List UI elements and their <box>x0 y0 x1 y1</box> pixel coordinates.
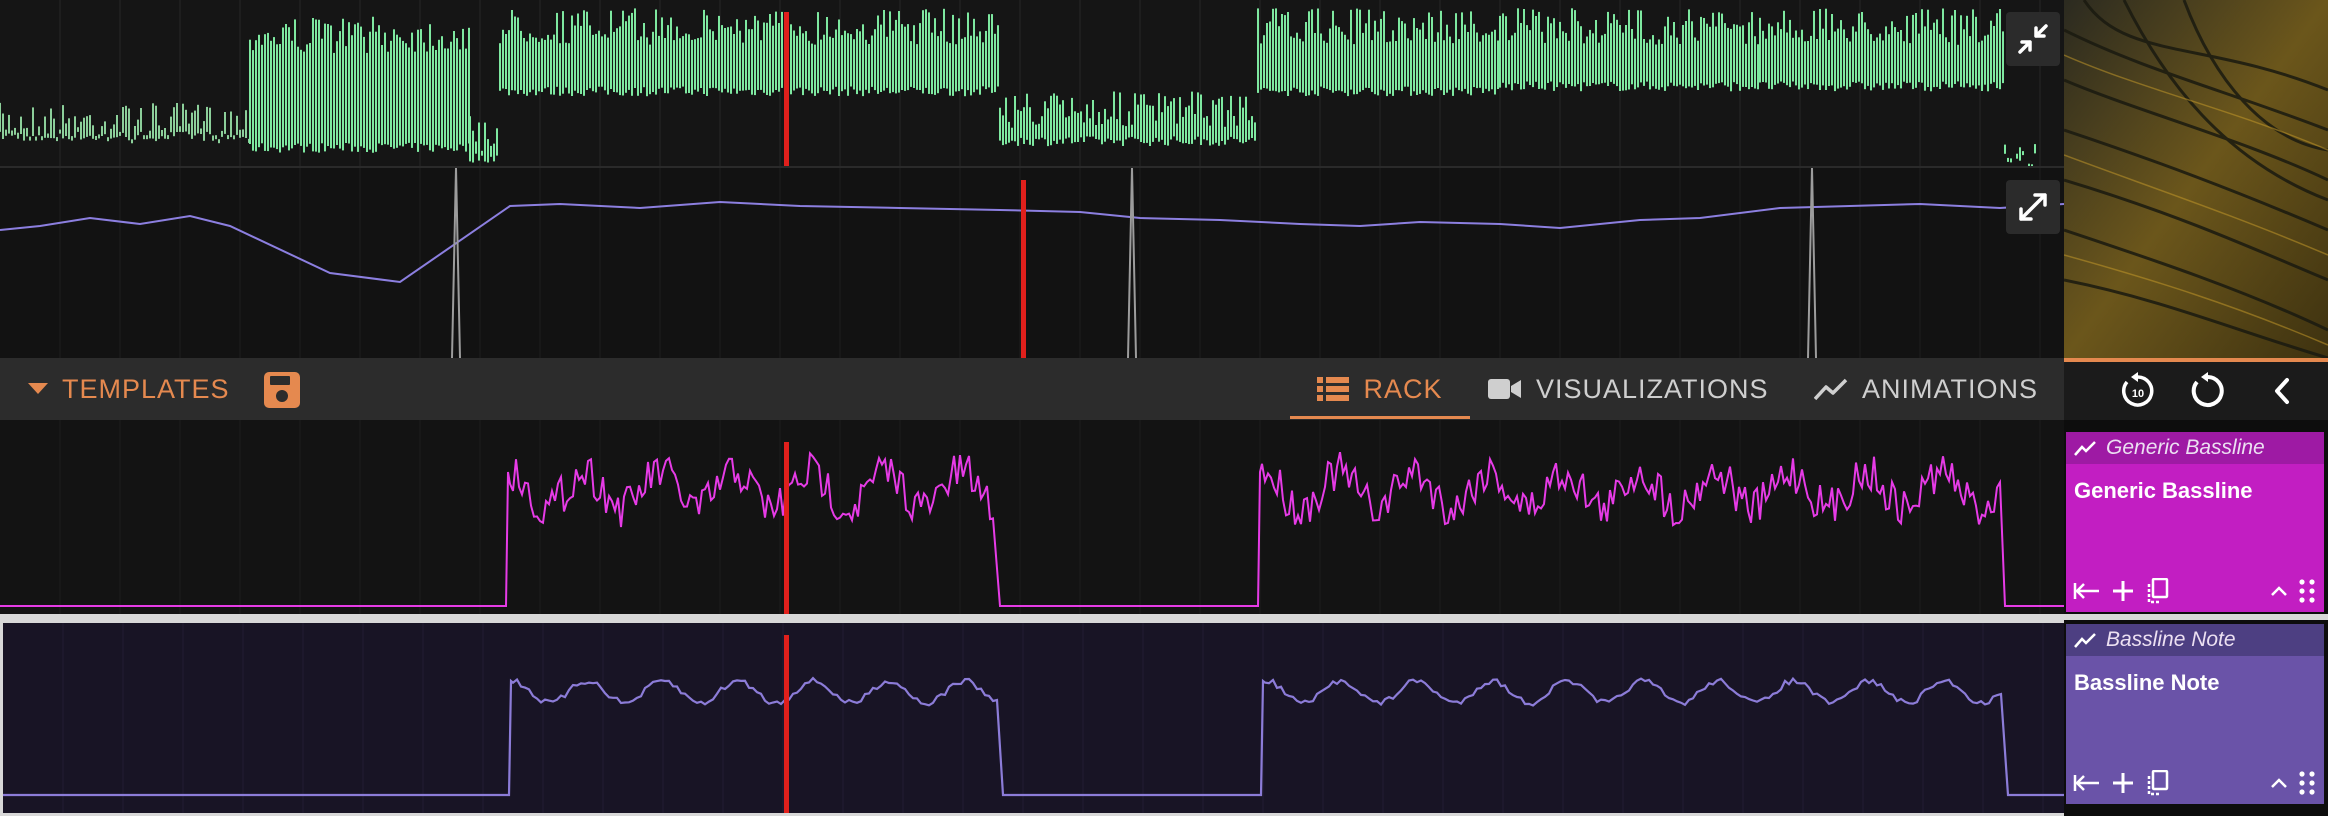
tab-animations[interactable]: ANIMATIONS <box>1814 358 2038 420</box>
track-title: Bassline Note <box>2074 670 2220 695</box>
line-chart-icon <box>2074 633 2096 648</box>
tab-animations-label: ANIMATIONS <box>1862 373 2039 404</box>
collapse-panel-button[interactable] <box>2254 362 2310 420</box>
expand-view-button[interactable] <box>2006 180 2060 234</box>
playhead-marker <box>1021 180 1026 358</box>
drag-handle[interactable] <box>2292 768 2322 798</box>
collapse-track-button[interactable] <box>2264 768 2294 798</box>
expand-icon <box>2019 193 2047 221</box>
track-header: Generic Bassline <box>2066 432 2324 464</box>
track-panel-bassline-note[interactable]: Bassline Note Bassline Note <box>2066 624 2324 804</box>
collapse-track-button[interactable] <box>2264 576 2294 606</box>
chevron-up-icon <box>2271 778 2287 788</box>
duplicate-button[interactable] <box>2142 576 2172 606</box>
track-header: Bassline Note <box>2066 624 2324 656</box>
track-lane-bassline-note[interactable] <box>0 620 2064 816</box>
track-curve-graph <box>0 420 2064 614</box>
list-icon <box>1317 377 1350 401</box>
waveform-overview[interactable] <box>0 0 2064 166</box>
plus-icon <box>2113 773 2133 793</box>
tab-rack[interactable]: RACK <box>1290 358 1470 420</box>
copy-icon <box>2147 578 2169 604</box>
thumbnail-image <box>2064 0 2328 358</box>
visualization-thumbnail[interactable] <box>2064 0 2328 358</box>
caret-down-icon <box>28 383 48 394</box>
drag-grip-icon <box>2299 771 2315 795</box>
track-panel-generic-bassline[interactable]: Generic Bassline Generic Bassline <box>2066 432 2324 612</box>
active-tab-indicator <box>1290 416 1470 419</box>
arrow-to-left-icon <box>2073 583 2099 599</box>
chevron-up-icon <box>2271 586 2287 596</box>
move-left-button[interactable] <box>2072 576 2102 606</box>
track-actions <box>2066 768 2324 798</box>
tab-visualizations[interactable]: VISUALIZATIONS <box>1488 358 1769 420</box>
tab-rack-label: RACK <box>1363 373 1443 404</box>
track-lane-generic-bassline[interactable] <box>0 420 2064 614</box>
playhead-marker <box>784 635 789 813</box>
replay-icon <box>2191 372 2224 407</box>
playhead-marker <box>784 442 789 614</box>
compress-view-button[interactable] <box>2006 12 2060 66</box>
waveform-graph <box>0 0 2041 166</box>
track-curve-graph <box>3 623 2064 813</box>
add-button[interactable] <box>2108 768 2138 798</box>
replay-10-text: 10 <box>2132 388 2144 400</box>
chevron-left-icon <box>2275 378 2289 404</box>
templates-label: TEMPLATES <box>62 373 230 404</box>
add-button[interactable] <box>2108 576 2138 606</box>
arrow-to-left-icon <box>2073 775 2099 791</box>
templates-dropdown[interactable]: TEMPLATES <box>28 358 230 420</box>
replay-10-button[interactable]: 10 <box>2110 362 2166 420</box>
line-chart-icon <box>1814 378 1848 401</box>
plus-icon <box>2113 581 2133 601</box>
drag-handle[interactable] <box>2292 576 2322 606</box>
track-header-label: Bassline Note <box>2106 628 2236 651</box>
save-icon[interactable] <box>262 370 302 410</box>
move-left-button[interactable] <box>2072 768 2102 798</box>
drag-grip-icon <box>2299 579 2315 603</box>
compress-icon <box>2018 24 2048 54</box>
tab-visualizations-label: VISUALIZATIONS <box>1536 373 1769 404</box>
duplicate-button[interactable] <box>2142 768 2172 798</box>
replay-10-icon: 10 <box>2121 372 2154 407</box>
track-header-label: Generic Bassline <box>2106 436 2265 459</box>
video-camera-icon <box>1488 379 1521 399</box>
track-actions <box>2066 576 2324 606</box>
playhead-marker <box>784 12 789 166</box>
track-curve <box>3 676 2064 797</box>
track-curve <box>0 451 2064 607</box>
copy-icon <box>2147 770 2169 796</box>
line-chart-icon <box>2074 441 2096 456</box>
envelope-strip[interactable] <box>0 168 2064 358</box>
replay-button[interactable] <box>2180 362 2236 420</box>
envelope-line <box>0 200 2064 284</box>
track-title: Generic Bassline <box>2074 478 2253 503</box>
envelope-graph <box>0 168 2064 358</box>
